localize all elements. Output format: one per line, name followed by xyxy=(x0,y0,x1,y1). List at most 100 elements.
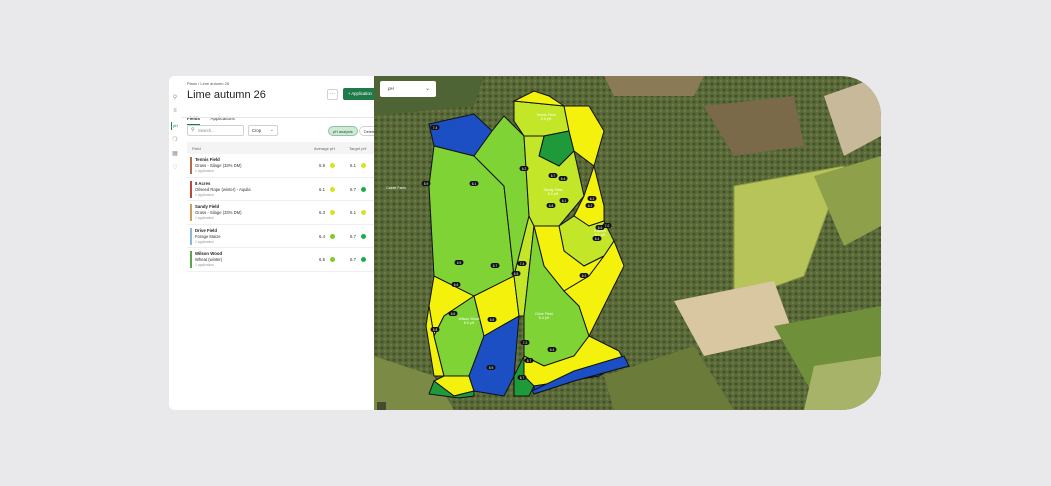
ph-zone-value: 7.0 xyxy=(605,224,610,228)
ph-zone-badge[interactable]: 5.8 xyxy=(430,327,440,332)
ph-zone-value: 6.1 xyxy=(562,199,567,203)
ph-zone-badge[interactable]: 6.4 xyxy=(547,347,557,352)
ph-zone-badge[interactable]: 6.5 xyxy=(511,271,521,276)
ph-zone-value: 7.2 xyxy=(523,341,528,345)
field-applications: 1 application xyxy=(195,192,215,197)
field-crop: Oilseed Rape (winter) - Aquila xyxy=(195,186,251,192)
ph-zone-badge[interactable]: 6.6 xyxy=(448,311,458,316)
average-ph-dot xyxy=(330,233,335,239)
target-ph-dot xyxy=(361,210,366,215)
ph-zone-badge[interactable]: 6.9 xyxy=(454,260,464,265)
table-row[interactable]: 8 Acres Oilseed Rape (winter) - Aquila 1… xyxy=(187,178,377,201)
breadcrumb-current: Lime autumn 26 xyxy=(200,81,230,86)
field-name: 8 Acres xyxy=(195,180,211,186)
crop-select[interactable]: Crop ⌄ xyxy=(248,125,278,136)
target-ph-dot xyxy=(361,233,366,239)
ph-zone-badge[interactable]: 6.6 xyxy=(451,282,461,287)
fields-panel: Plans / Lime autumn 26 Lime autumn 26 + … xyxy=(181,76,386,410)
field-label-tennis-ph: 5.9 pH xyxy=(541,117,552,121)
average-ph-dot xyxy=(330,163,335,168)
header-target-ph: Target pH xyxy=(349,146,367,151)
ph-zone-badge[interactable]: 6.2 xyxy=(579,273,589,278)
ph-zone-value: 6.3 xyxy=(590,197,595,201)
map-layer-select[interactable]: pH ⌄ xyxy=(380,81,436,97)
ph-zone-value: 6.4 xyxy=(561,177,566,181)
chevron-down-icon: ⌄ xyxy=(424,86,430,92)
field-color-bar xyxy=(190,180,192,198)
ph-zone-badge[interactable]: 6.2 xyxy=(585,203,595,208)
ph-zone-badge[interactable]: 6.7 xyxy=(524,358,534,363)
header-average-ph: Average pH xyxy=(314,146,336,151)
page-title: Lime autumn 26 xyxy=(187,89,266,101)
ph-zone-value: 5.9 xyxy=(424,182,429,186)
ph-zone-badge[interactable]: 6.1 xyxy=(559,198,569,203)
crop-select-value: Crop xyxy=(252,128,262,133)
map-view[interactable]: 7.4 5.9 6.1 6.2 6.7 6.4 6.1 6.8 6.3 6.2 7.0 6.6 6.4 6… xyxy=(374,76,881,410)
heart-icon[interactable]: ♡ xyxy=(171,164,179,172)
ph-zone-badge[interactable]: 5.9 xyxy=(421,181,431,186)
ph-zone-value: 6.6 xyxy=(454,283,459,287)
ph-zone-badge[interactable]: 6.4 xyxy=(558,176,568,181)
field-label-sandy-ph: 6.3 pH xyxy=(548,192,559,196)
field-name: Sandy Field xyxy=(195,204,220,209)
ph-zone-value: 6.2 xyxy=(588,204,593,208)
ph-zone-value: 6.6 xyxy=(451,312,456,316)
field-crop: Forage Maize xyxy=(195,233,221,239)
filter-icon[interactable]: ⚲ xyxy=(171,94,179,102)
place-label: Castle Farm xyxy=(386,186,406,190)
ph-zone-value: 5.9 xyxy=(489,366,494,370)
ph-zone-value: 6.1 xyxy=(472,182,477,186)
ph-zone-badge[interactable]: 6.3 xyxy=(587,196,597,201)
breadcrumb-root[interactable]: Plans xyxy=(187,81,197,86)
table-row[interactable]: Sandy Field Grass - Silage (33% DM) 1 ap… xyxy=(187,201,377,225)
search-input[interactable]: ⚲ Search... xyxy=(187,125,244,136)
table-row[interactable]: Wilson Wood Wheat (winter) 1 application… xyxy=(187,248,377,272)
field-crop: Grass - Silage (33% DM) xyxy=(195,210,242,215)
map-layer-value: pH xyxy=(388,86,394,91)
grid-icon[interactable]: ▦ xyxy=(171,150,179,158)
ph-zone-value: 6.5 xyxy=(490,318,495,322)
field-applications: 1 application xyxy=(195,169,215,173)
average-ph-value: 6.4 xyxy=(319,233,325,239)
ph-zone-badge[interactable]: 7.4 xyxy=(430,125,440,130)
search-icon: ⚲ xyxy=(191,127,195,133)
ph-zone-badge[interactable]: 7.4 xyxy=(517,261,527,266)
ph-icon[interactable]: pH xyxy=(171,122,179,130)
ph-zone-value: 6.7 xyxy=(493,264,498,268)
chevron-down-icon: ⌄ xyxy=(269,127,274,133)
map-layers-toggle[interactable] xyxy=(377,402,386,410)
ph-zone-value: 7.4 xyxy=(433,126,438,130)
chat-icon[interactable]: ❍ xyxy=(171,136,179,144)
ph-zone-badge[interactable]: 6.7 xyxy=(490,263,500,268)
more-button[interactable] xyxy=(327,89,338,100)
ph-zone-value: 6.4 xyxy=(550,348,555,352)
table-row[interactable]: Tennis Field Grass - Silage (33% DM) 1 a… xyxy=(187,154,377,178)
search-placeholder: Search... xyxy=(198,128,215,133)
header-field: Field xyxy=(192,146,201,151)
field-applications: 1 application xyxy=(195,239,215,244)
average-ph-dot xyxy=(330,186,335,192)
ph-zone-badge[interactable]: 7.2 xyxy=(520,340,530,345)
table-row[interactable]: Drive Field Forage Maize 1 application 6… xyxy=(187,225,377,248)
ph-analysis-chip[interactable]: pH analysis xyxy=(328,126,358,136)
ph-zone-badge[interactable]: 5.9 xyxy=(486,365,496,370)
ph-zone-badge[interactable]: 6.7 xyxy=(517,375,527,380)
average-ph-value: 6.1 xyxy=(319,186,325,192)
field-label-wilson-ph: 6.5 pH xyxy=(464,321,475,325)
ph-zone-badge[interactable]: 6.1 xyxy=(469,181,479,186)
average-ph-value: 6.3 xyxy=(319,210,325,215)
ph-zone-badge[interactable]: 6.8 xyxy=(546,203,556,208)
field-color-bar xyxy=(190,157,192,174)
layers-icon[interactable]: ≡ xyxy=(171,107,179,115)
average-ph-dot xyxy=(330,210,335,215)
satellite-map[interactable]: 7.45.9 6.16.26.76.46.16.86.36.27.06.66.46… xyxy=(374,76,881,410)
ph-zone-badge[interactable]: 6.2 xyxy=(519,166,529,171)
field-label-drive-ph: 6.4 pH xyxy=(539,316,550,320)
field-label-8acres-ph: 6.1 pH xyxy=(595,233,606,237)
ph-zone-value: 6.2 xyxy=(582,274,587,278)
ph-zone-badge[interactable]: 6.7 xyxy=(548,173,558,178)
target-ph-value: 6.1 xyxy=(350,210,356,215)
ph-zone-badge[interactable]: 6.5 xyxy=(487,317,497,322)
ph-zone-value: 6.9 xyxy=(457,261,462,265)
ph-zone-value: 5.8 xyxy=(433,328,438,332)
